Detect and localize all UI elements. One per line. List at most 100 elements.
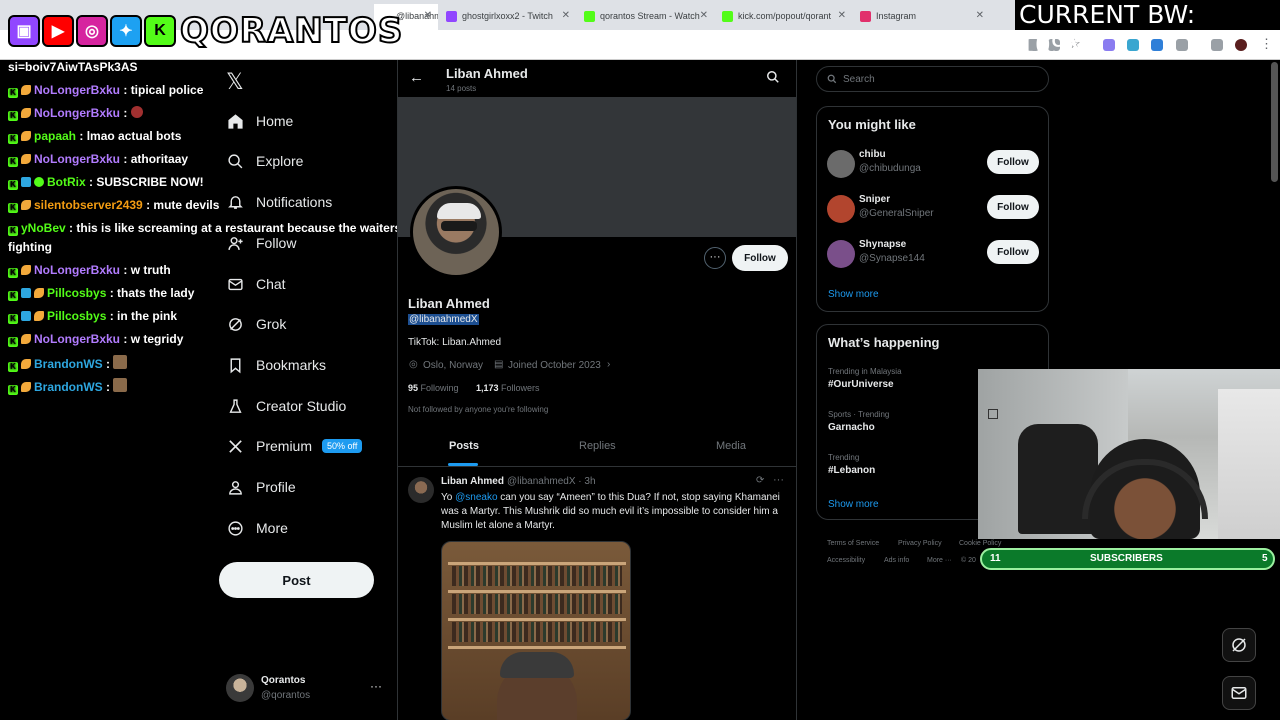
tweet-video-thumbnail[interactable] — [441, 541, 631, 720]
bookshelf-shelf — [448, 562, 626, 565]
tab-posts[interactable]: Posts — [449, 440, 479, 452]
footer-link[interactable]: Privacy Policy — [898, 540, 942, 547]
x-logo-icon[interactable]: 𝕏 — [226, 70, 244, 95]
browser-tab[interactable]: kick.com/popout/qorant ✕ — [716, 4, 852, 30]
tab-title: qorantos Stream - Watch — [600, 11, 700, 21]
browser-tab[interactable]: ghostgirlxoxx2 - Twitch ✕ — [440, 4, 576, 30]
chat-text: : thats the lady — [109, 286, 195, 300]
follow-button[interactable]: Follow — [987, 240, 1039, 264]
follow-button[interactable]: Follow — [987, 195, 1039, 219]
chat-line: K NoLongerBxku : — [8, 106, 146, 121]
avatar[interactable] — [1235, 39, 1247, 51]
grok-float-button[interactable] — [1222, 628, 1256, 662]
chat-text: : in the pink — [109, 309, 178, 323]
search-input[interactable]: Search — [816, 66, 1049, 92]
chat-text: : SUBSCRIBE NOW! — [89, 175, 204, 189]
more-options-button[interactable]: ··· — [704, 247, 726, 269]
back-arrow-icon[interactable]: ← — [409, 69, 424, 86]
chat-username: NoLongerBxku — [34, 106, 121, 120]
nav-creator-studio[interactable]: Creator Studio — [218, 388, 346, 424]
panel-title: You might like — [828, 117, 916, 132]
chat-line: K BotRix : SUBSCRIBE NOW! — [8, 175, 204, 190]
close-icon[interactable]: ✕ — [838, 10, 846, 21]
chat-username: BotRix — [47, 175, 86, 189]
puzzle-icon[interactable] — [1176, 39, 1188, 51]
nav-profile[interactable]: Profile — [218, 469, 296, 505]
chat-line: K Pillcosbys : thats the lady — [8, 286, 194, 301]
footer-link[interactable]: Accessibility — [827, 557, 865, 564]
following-stat[interactable]: 95 Following — [408, 383, 459, 393]
nav-chat[interactable]: Chat — [218, 266, 286, 302]
chat-username: BrandonWS — [34, 380, 103, 394]
account-switcher[interactable]: Qorantos @qorantos ··· — [226, 674, 396, 704]
profile-avatar[interactable] — [410, 186, 502, 278]
social-logo-bar: ▣ ▶ ◎ ✦ K QORANTOS — [8, 8, 403, 54]
nav-follow[interactable]: Follow — [218, 225, 296, 261]
kick-badge-icon: K — [8, 203, 18, 213]
twitter-bird-icon: ✦ — [110, 15, 142, 47]
browser-tab[interactable]: Instagram ✕ — [854, 4, 990, 30]
kick-badge-icon: K — [8, 111, 18, 121]
follow-button[interactable]: Follow — [732, 245, 788, 271]
rec-name: chibu — [859, 149, 886, 160]
nav-home[interactable]: Home — [218, 103, 293, 139]
bookshelf-books — [452, 566, 622, 586]
follow-button[interactable]: Follow — [987, 150, 1039, 174]
close-icon[interactable]: ✕ — [700, 10, 708, 21]
chevron-right-icon[interactable]: › — [607, 359, 610, 370]
banana-icon — [34, 288, 44, 298]
close-icon[interactable]: ✕ — [562, 10, 570, 21]
nav-label: Bookmarks — [256, 357, 327, 373]
header-name: Liban Ahmed — [446, 66, 528, 81]
recommendation-row[interactable]: chibu @chibudunga Follow — [827, 147, 1039, 183]
footer-link[interactable]: Cookie Policy — [959, 540, 1001, 547]
kick-badge-icon: K — [8, 157, 18, 167]
nav-explore[interactable]: Explore — [218, 143, 303, 179]
extension-icon[interactable] — [1127, 39, 1139, 51]
nav-bookmarks[interactable]: Bookmarks — [218, 347, 326, 383]
kick-badge-icon: K — [8, 226, 18, 236]
trend-title: #Lebanon — [828, 465, 876, 476]
menu-list-icon[interactable] — [1211, 39, 1223, 51]
footer-link[interactable]: Ads info — [884, 557, 909, 564]
nav-grok[interactable]: Grok — [218, 306, 286, 342]
scrollbar[interactable] — [1271, 62, 1278, 182]
more-dots-icon[interactable]: ··· — [773, 474, 784, 486]
grok-icon[interactable]: ⟳ — [756, 475, 764, 486]
recommendation-row[interactable]: Shynapse @Synapse144 Follow — [827, 237, 1039, 273]
footer-link[interactable]: More ··· — [927, 557, 952, 564]
followers-stat[interactable]: 1,173 Followers — [476, 383, 540, 393]
extension-icon[interactable] — [1151, 39, 1163, 51]
post-button[interactable]: Post — [219, 562, 374, 598]
chat-username: NoLongerBxku — [34, 83, 121, 97]
close-icon[interactable]: ✕ — [976, 10, 984, 21]
tab-media[interactable]: Media — [716, 440, 746, 452]
kufi-cap — [500, 652, 574, 678]
show-more-link[interactable]: Show more — [828, 289, 879, 300]
close-icon[interactable]: ✕ — [424, 10, 432, 21]
nav-label: Home — [256, 113, 294, 129]
profile-handle: @libanahmedX — [408, 314, 479, 325]
nav-notifications[interactable]: Notifications — [218, 184, 332, 220]
tweet-mention[interactable]: @sneako — [455, 492, 497, 503]
chat-username: silentobserver2439 — [34, 198, 143, 212]
tab-replies[interactable]: Replies — [579, 440, 616, 452]
chat-line: si=boiv7AiwTAsPk3AS — [8, 60, 138, 74]
kebab-menu-icon[interactable]: ⋮ — [1260, 36, 1273, 52]
recommendation-row[interactable]: Sniper @GeneralSniper Follow — [827, 192, 1039, 228]
extension-icon[interactable] — [1103, 39, 1115, 51]
kick-badge-icon: K — [8, 88, 18, 98]
nav-premium[interactable]: Premium 50% off — [218, 428, 363, 464]
footer-link[interactable]: Terms of Service — [827, 540, 879, 547]
more-circle-icon — [218, 520, 252, 537]
nav-more[interactable]: More — [218, 510, 288, 546]
messages-float-button[interactable] — [1222, 676, 1256, 710]
browser-tab[interactable]: qorantos Stream - Watch ✕ — [578, 4, 714, 30]
show-more-link[interactable]: Show more — [828, 499, 879, 510]
more-dots-icon[interactable]: ··· — [370, 679, 382, 693]
footer-link: © 20 — [961, 557, 976, 564]
chat-line-continued: fighting — [8, 240, 52, 254]
tweet-avatar[interactable] — [408, 477, 434, 503]
nav-label: Chat — [256, 276, 286, 292]
search-icon[interactable] — [766, 70, 780, 89]
